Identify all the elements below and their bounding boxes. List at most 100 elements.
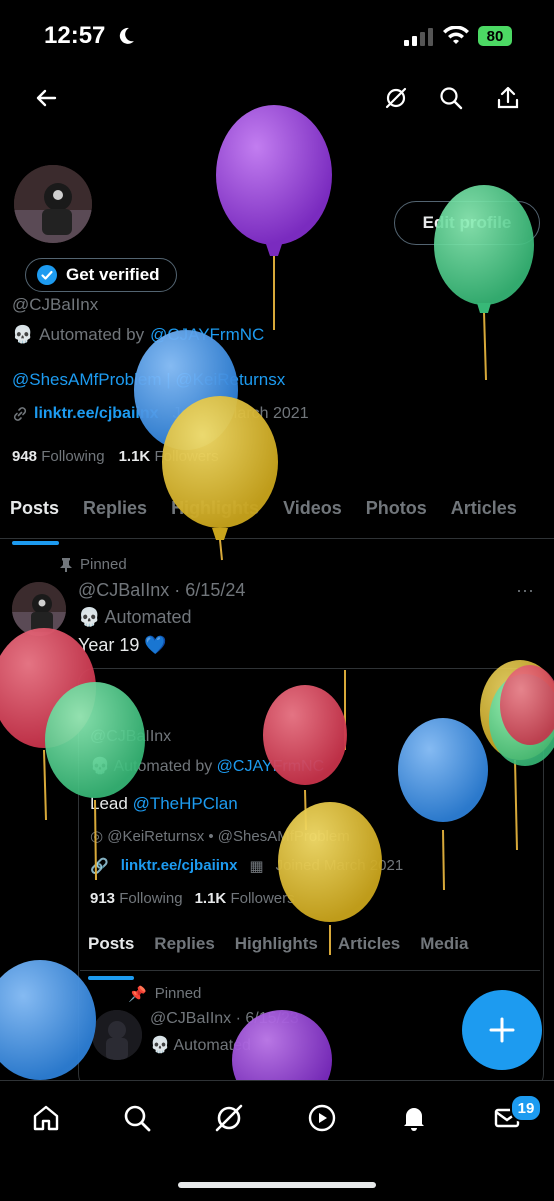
tab-articles[interactable]: Articles [439, 490, 529, 527]
nav-home[interactable] [26, 1098, 66, 1138]
post-handle-date[interactable]: @CJBaIInx · 6/15/24 [78, 580, 245, 601]
embed-post-automated-label: Automated [173, 1037, 251, 1054]
robot-icon: 💀 [90, 758, 110, 775]
profile-tabs: Posts Replies Highlights Videos Photos A… [0, 490, 554, 545]
nav-grok[interactable] [209, 1098, 249, 1138]
search-button[interactable] [433, 80, 469, 116]
pin-icon [60, 557, 72, 572]
embed-tab-posts: Posts [80, 930, 142, 980]
share-icon [497, 86, 519, 109]
embed-following-count: 913 [90, 890, 116, 907]
get-verified-button[interactable]: Get verified [25, 258, 177, 292]
grok-icon [385, 87, 407, 109]
embed-post-automated: 💀 Automated [150, 1035, 251, 1055]
balloon-purple [216, 105, 332, 330]
home-icon [33, 1105, 59, 1131]
embed-followers-count: 1.1K [194, 890, 227, 907]
embed-automated-link: @CJAYFrmNC [216, 758, 325, 775]
embed-lead-label: Lead [90, 794, 128, 813]
embed-tab-articles: Articles [337, 934, 401, 953]
grok-button[interactable] [378, 80, 414, 116]
embed-tabs: Posts Replies Highlights Articles Media [80, 930, 540, 980]
post-text: Year 19 💙 [78, 635, 167, 655]
home-indicator[interactable] [178, 1182, 376, 1188]
embed-follow-counts: 913 Following 1.1K Followers [90, 890, 295, 907]
notifications-icon [404, 1108, 424, 1131]
embed-tab-media: Media [420, 934, 469, 953]
post-more-button[interactable]: ··· [516, 580, 534, 601]
nav-video[interactable] [302, 1098, 342, 1138]
plus-icon [489, 1017, 515, 1043]
verified-badge-icon [37, 265, 57, 285]
embed-handle: @CJBaIInx [90, 728, 172, 745]
embed-lead-link: @TheHPClan [132, 794, 238, 813]
balloon-blue [134, 330, 238, 450]
robot-icon: 💀 [78, 607, 101, 627]
embed-mentions-text: @KeiReturnsx • @ShesAMfProblem [107, 828, 350, 845]
battery-indicator: 80 [478, 26, 512, 46]
followers-count: 1.1K [118, 448, 151, 465]
automated-by-label: Automated by [39, 325, 145, 344]
robot-icon: 💀 [150, 1037, 170, 1054]
post-automated-label: Automated [104, 607, 192, 627]
avatar[interactable] [12, 163, 94, 245]
arrow-left-icon [36, 89, 57, 107]
post-automated: 💀 Automated [78, 607, 192, 628]
embed-tab-replies: Replies [154, 934, 215, 953]
pinned-label: Pinned [80, 556, 127, 573]
automated-by-line: 💀 Automated by @CJAYFrmNC [12, 325, 264, 345]
post-avatar[interactable] [12, 582, 66, 636]
link-icon [13, 407, 27, 421]
pin-icon: 📌 [128, 986, 147, 1003]
embed-website: linktr.ee/cjbaiinx [120, 857, 238, 874]
following-count: 948 [12, 448, 38, 465]
calendar-icon: ▦ [249, 858, 264, 875]
embed-pinned: 📌 Pinned [128, 985, 201, 1003]
wifi-icon [443, 26, 469, 44]
share-button[interactable] [490, 80, 526, 116]
tab-highlights[interactable]: Highlights [159, 490, 271, 527]
compose-button[interactable] [462, 990, 542, 1070]
moon-icon [119, 27, 134, 44]
embed-avatar [92, 1010, 142, 1060]
signal-icon [404, 28, 433, 46]
embed-following-label: Following [119, 890, 183, 907]
automated-by-link[interactable]: @CJAYFrmNC [150, 325, 264, 345]
followers-link[interactable]: 1.1K Followers [119, 448, 219, 465]
search-icon [124, 1105, 151, 1132]
pinned-indicator: Pinned [60, 556, 127, 573]
tab-photos[interactable]: Photos [354, 490, 439, 527]
embed-meta: 🔗 linktr.ee/cjbaiinx ▦ Joined March 2021 [90, 857, 403, 875]
embed-followers-label: Followers [230, 890, 295, 907]
embed-automated-label: Automated by [113, 758, 213, 775]
tab-posts[interactable]: Posts [0, 490, 71, 545]
tab-videos[interactable]: Videos [271, 490, 354, 527]
embed-lead: Lead @TheHPClan [90, 794, 238, 814]
location-icon: ◎ [90, 828, 104, 845]
follow-counts: 948 Following 1.1K Followers [12, 448, 219, 465]
following-link[interactable]: 948 Following [12, 448, 105, 465]
search-icon [440, 87, 463, 110]
edit-profile-button[interactable]: Edit profile [394, 201, 540, 245]
embed-pinned-label: Pinned [154, 985, 202, 1002]
followers-label: Followers [154, 448, 219, 465]
robot-icon: 💀 [12, 325, 34, 344]
tab-replies[interactable]: Replies [71, 490, 159, 527]
link-icon: 🔗 [90, 858, 109, 875]
messages-badge: 19 [510, 1094, 542, 1122]
status-time: 12:57 [44, 22, 106, 49]
joined-date: Joined March 2021 [172, 405, 309, 422]
get-verified-label: Get verified [66, 265, 160, 284]
following-label: Following [41, 448, 105, 465]
bio-mentions[interactable]: @ShesAMfProblem | @KeiReturnsx [12, 370, 285, 390]
back-button[interactable] [28, 80, 64, 116]
embed-post-handle: @CJBaIInx · 6/15/23 [150, 1010, 299, 1027]
embed-joined: Joined March 2021 [275, 857, 404, 874]
nav-notifications[interactable] [394, 1098, 434, 1138]
embed-automated: 💀 Automated by @CJAYFrmNC [90, 756, 324, 776]
video-icon [308, 1104, 336, 1132]
website-link[interactable]: linktr.ee/cjbaiinx [34, 405, 159, 423]
profile-meta: linktr.ee/cjbaiinx Joined March 2021 [12, 405, 309, 423]
nav-search[interactable] [117, 1098, 157, 1138]
profile-handle: @CJBaIInx [12, 295, 99, 314]
